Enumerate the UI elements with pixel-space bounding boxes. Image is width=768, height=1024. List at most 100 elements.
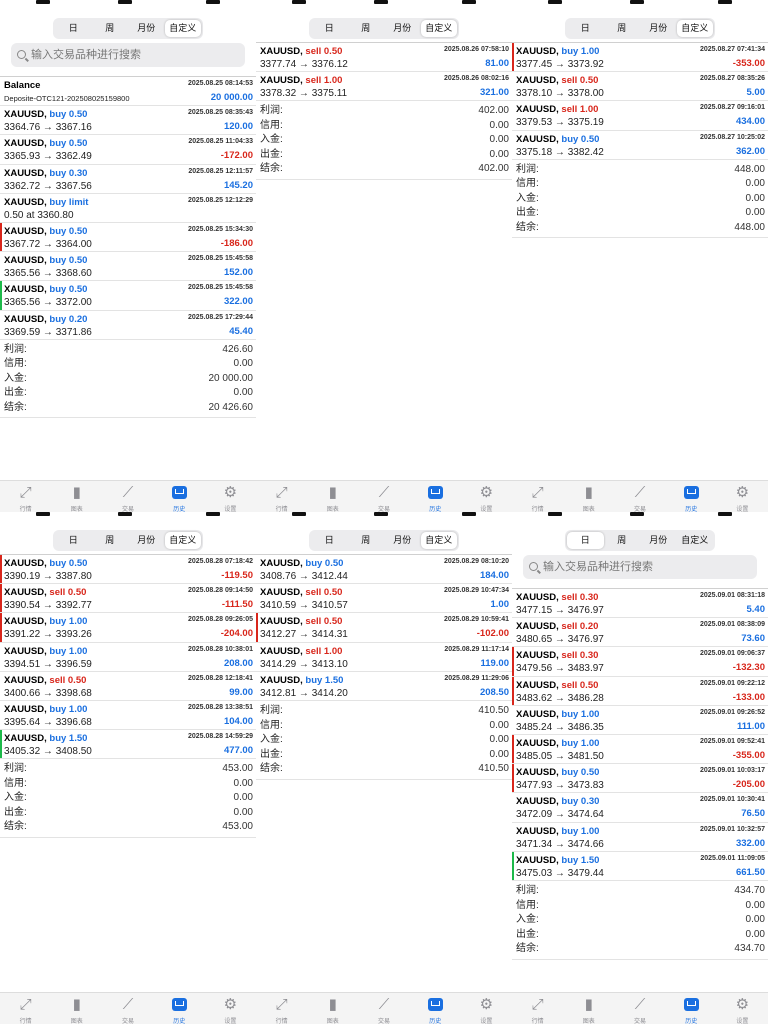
trade-row[interactable]: XAUUSD, buy 0.50 3364.76 → 3367.16 2025.08… (0, 106, 256, 136)
tab-chart[interactable]: ▮ 图表 (563, 993, 614, 1024)
tab-chart[interactable]: ▮ 图表 (563, 481, 614, 513)
period-segment[interactable]: 周 (604, 20, 641, 37)
tab-quotes[interactable]: ⤢ 行情 (0, 481, 51, 513)
period-segment[interactable]: 自定义 (420, 532, 457, 549)
tab-chart[interactable]: ▮ 图表 (51, 993, 102, 1024)
profit-value: 208.00 (223, 657, 253, 669)
trade-row[interactable]: XAUUSD, buy 1.00 3485.24 → 3486.35 2025.09… (512, 706, 768, 735)
period-segment[interactable]: 日 (567, 20, 604, 37)
trade-row[interactable]: XAUUSD, buy 0.30 3362.72 → 3367.56 2025.08… (0, 165, 256, 194)
trade-row[interactable]: XAUUSD, buy 0.20 3369.59 → 3371.86 2025.08… (0, 311, 256, 340)
trade-row[interactable]: XAUUSD, sell 0.30 3477.15 → 3476.97 2025.0… (512, 589, 768, 619)
period-segment[interactable]: 自定义 (164, 20, 201, 37)
tab-history[interactable]: 历史 (666, 993, 717, 1024)
trade-row[interactable]: XAUUSD, buy 0.50 3477.93 → 3473.83 2025.09… (512, 764, 768, 794)
trade-row[interactable]: XAUUSD, buy 1.50 3405.32 → 3408.50 2025.08… (0, 730, 256, 760)
period-segment[interactable]: 自定义 (420, 20, 457, 37)
trade-row[interactable]: XAUUSD, buy 1.00 3391.22 → 3393.26 2025.08… (0, 613, 256, 643)
tab-quotes[interactable]: ⤢ 行情 (256, 993, 307, 1024)
tab-history[interactable]: 历史 (154, 481, 205, 512)
trade-row[interactable]: XAUUSD, buy 0.50 3365.56 → 3368.60 2025.08… (0, 252, 256, 282)
price-range: 3395.64 → 3396.68 (4, 716, 92, 728)
period-segment[interactable]: 日 (311, 532, 348, 549)
trade-row[interactable]: XAUUSD, buy 1.00 3485.05 → 3481.50 2025.09… (512, 734, 768, 765)
tab-settings[interactable]: ⚙ 设置 (461, 481, 512, 513)
period-segment[interactable]: 月份 (128, 532, 165, 549)
trade-row[interactable]: XAUUSD, buy 1.00 3471.34 → 3474.66 2025.09… (512, 823, 768, 852)
tab-settings[interactable]: ⚙ 设置 (717, 481, 768, 513)
tab-chart[interactable]: ▮ 图表 (307, 481, 358, 513)
trade-row[interactable]: XAUUSD, sell 1.00 3378.32 → 3375.11 2025.0… (256, 72, 512, 102)
tab-quotes[interactable]: ⤢ 行情 (0, 993, 51, 1024)
tab-settings[interactable]: ⚙ 设置 (461, 993, 512, 1024)
tab-quotes[interactable]: ⤢ 行情 (512, 993, 563, 1024)
tab-quotes[interactable]: ⤢ 行情 (512, 481, 563, 513)
summary-value: 0.00 (489, 119, 509, 131)
trade-row[interactable]: XAUUSD, buy 1.50 3412.81 → 3414.20 2025.08… (256, 672, 512, 701)
period-segment[interactable]: 自定义 (676, 20, 713, 37)
period-segment[interactable]: 月份 (640, 532, 677, 549)
tab-trade[interactable]: ⟋ 交易 (358, 481, 409, 513)
tab-chart[interactable]: ▮ 图表 (307, 993, 358, 1024)
trade-row[interactable]: XAUUSD, buy 0.50 3367.72 → 3364.00 2025.08… (0, 222, 256, 253)
trade-row[interactable]: XAUUSD, buy 1.50 3475.03 → 3479.44 2025.09… (512, 851, 768, 881)
trade-row[interactable]: XAUUSD, sell 0.20 3480.65 → 3476.97 2025.0… (512, 618, 768, 648)
symbol-search-input[interactable]: 输入交易品种进行搜索 (523, 555, 757, 579)
period-segment[interactable]: 日 (567, 532, 604, 549)
tab-label: 历史 (173, 1019, 186, 1024)
tab-trade[interactable]: ⟋ 交易 (614, 993, 665, 1024)
tab-trade[interactable]: ⟋ 交易 (358, 993, 409, 1024)
summary-row: 信用: 0.00 (260, 119, 509, 134)
tab-label: 行情 (275, 507, 288, 512)
period-segment[interactable]: 周 (348, 532, 385, 549)
tab-history[interactable]: 历史 (666, 481, 717, 512)
period-segment[interactable]: 月份 (384, 20, 421, 37)
period-segment[interactable]: 日 (311, 20, 348, 37)
trade-row[interactable]: XAUUSD, sell 1.00 3379.53 → 3375.19 2025.0… (512, 101, 768, 131)
trade-row[interactable]: XAUUSD, buy 0.50 3390.19 → 3387.80 2025.08… (0, 555, 256, 585)
trade-row[interactable]: XAUUSD, buy 1.00 3395.64 → 3396.68 2025.08… (0, 701, 256, 731)
period-segment[interactable]: 自定义 (677, 532, 714, 549)
trade-row[interactable]: XAUUSD, sell 0.30 3479.56 → 3483.97 2025.0… (512, 647, 768, 677)
trade-row[interactable]: XAUUSD, sell 1.00 3414.29 → 3413.10 2025.0… (256, 643, 512, 672)
tab-trade[interactable]: ⟋ 交易 (102, 993, 153, 1024)
trade-row[interactable]: XAUUSD, buy 0.30 3472.09 → 3474.64 2025.09… (512, 793, 768, 823)
trade-row[interactable]: XAUUSD, sell 0.50 3410.59 → 3410.57 2025.0… (256, 584, 512, 614)
period-segment[interactable]: 自定义 (164, 532, 201, 549)
symbol-search-input[interactable]: 输入交易品种进行搜索 (11, 43, 245, 67)
trade-row[interactable]: XAUUSD, sell 0.50 3377.74 → 3376.12 2025.0… (256, 43, 512, 73)
period-segmented-control: 日周月份 自定义 (309, 18, 459, 39)
tab-quotes[interactable]: ⤢ 行情 (256, 481, 307, 513)
period-segment[interactable]: 月份 (640, 20, 677, 37)
trade-row[interactable]: XAUUSD, sell 0.50 3483.62 → 3486.28 2025.0… (512, 676, 768, 706)
tab-trade[interactable]: ⟋ 交易 (102, 481, 153, 513)
trade-row[interactable]: XAUUSD, buy 0.50 3365.93 → 3362.49 2025.08… (0, 135, 256, 165)
balance-row[interactable]: Balance Deposite-OTC121-202508025159800 20… (0, 77, 256, 107)
tab-chart[interactable]: ▮ 图表 (51, 481, 102, 513)
period-segment[interactable]: 周 (348, 20, 385, 37)
period-segment[interactable]: 日 (55, 20, 92, 37)
tab-settings[interactable]: ⚙ 设置 (205, 993, 256, 1024)
period-segment[interactable]: 月份 (384, 532, 421, 549)
period-segment[interactable]: 月份 (128, 20, 165, 37)
trade-row[interactable]: XAUUSD, sell 0.50 3412.27 → 3414.31 2025.0… (256, 613, 512, 643)
trade-row[interactable]: XAUUSD, buy 0.50 3408.76 → 3412.44 2025.08… (256, 555, 512, 585)
trade-row[interactable]: XAUUSD, buy 1.00 3394.51 → 3396.59 2025.08… (0, 643, 256, 672)
trade-row[interactable]: XAUUSD, sell 0.50 3390.54 → 3392.77 2025.0… (0, 584, 256, 614)
trade-row[interactable]: XAUUSD, buy 0.50 3375.18 → 3382.42 2025.08… (512, 131, 768, 160)
trade-row[interactable]: XAUUSD, buy 1.00 3377.45 → 3373.92 2025.08… (512, 43, 768, 73)
trade-row[interactable]: XAUUSD, sell 0.50 3400.66 → 3398.68 2025.0… (0, 672, 256, 701)
period-segment[interactable]: 日 (55, 532, 92, 549)
trade-row[interactable]: XAUUSD, sell 0.50 3378.10 → 3378.00 2025.0… (512, 72, 768, 102)
trade-row[interactable]: XAUUSD, buy 0.50 3365.56 → 3372.00 2025.08… (0, 281, 256, 311)
trade-row[interactable]: XAUUSD, buy limit 0.50 at 3360.80 2025.08.… (0, 194, 256, 223)
period-segment[interactable]: 周 (604, 532, 641, 549)
tab-settings[interactable]: ⚙ 设置 (717, 993, 768, 1024)
period-segment[interactable]: 周 (92, 20, 129, 37)
tab-history[interactable]: 历史 (410, 481, 461, 512)
tab-settings[interactable]: ⚙ 设置 (205, 481, 256, 513)
tab-history[interactable]: 历史 (410, 993, 461, 1024)
tab-history[interactable]: 历史 (154, 993, 205, 1024)
period-segment[interactable]: 周 (92, 532, 129, 549)
tab-trade[interactable]: ⟋ 交易 (614, 481, 665, 513)
